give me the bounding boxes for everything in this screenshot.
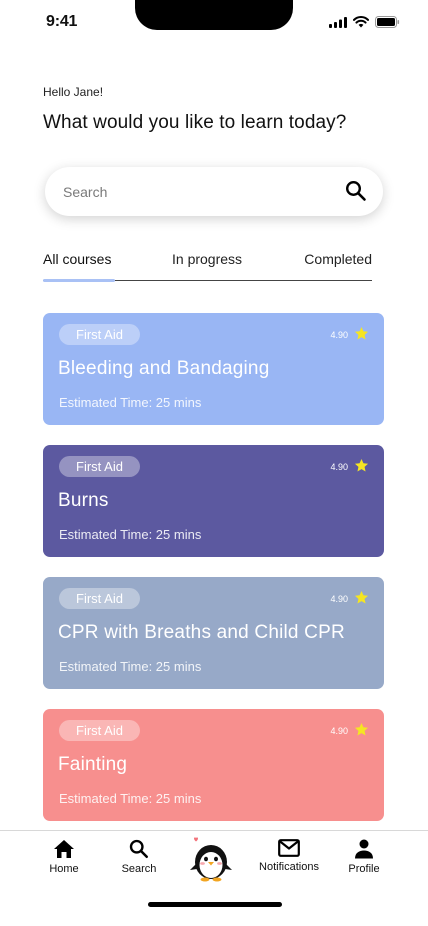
home-indicator — [148, 902, 282, 907]
tab-all-courses[interactable]: All courses — [43, 251, 111, 267]
penguin-mascot-icon[interactable] — [187, 836, 235, 884]
nav-notifications-label: Notifications — [259, 861, 319, 873]
wifi-icon — [353, 16, 369, 28]
category-badge: First Aid — [59, 588, 140, 609]
category-badge: First Aid — [59, 324, 140, 345]
tab-in-progress[interactable]: In progress — [172, 251, 242, 267]
course-estimated-time: Estimated Time: 25 mins — [59, 395, 202, 410]
status-icons — [329, 16, 400, 28]
page-headline: What would you like to learn today? — [43, 112, 347, 133]
search-button[interactable] — [345, 180, 367, 202]
star-icon — [354, 590, 369, 604]
category-badge: First Aid — [59, 720, 140, 741]
course-estimated-time: Estimated Time: 25 mins — [59, 791, 202, 806]
nav-home[interactable]: Home — [24, 839, 104, 875]
person-icon — [355, 839, 373, 859]
home-icon — [54, 840, 74, 858]
category-badge: First Aid — [59, 456, 140, 477]
course-rating: 4.90 — [330, 462, 348, 472]
status-time: 9:41 — [46, 13, 78, 30]
star-icon — [354, 326, 369, 340]
search-icon — [129, 839, 148, 858]
course-rating: 4.90 — [330, 594, 348, 604]
signal-icon — [329, 16, 347, 28]
course-title: CPR with Breaths and Child CPR — [58, 622, 345, 643]
course-estimated-time: Estimated Time: 25 mins — [59, 527, 202, 542]
mail-icon — [278, 839, 300, 857]
course-estimated-time: Estimated Time: 25 mins — [59, 659, 202, 674]
star-icon — [354, 722, 369, 736]
course-tabs: All courses In progress Completed — [43, 250, 372, 282]
active-tab-indicator — [43, 279, 115, 282]
course-card-cpr[interactable]: First Aid 4.90 CPR with Breaths and Chil… — [43, 577, 384, 689]
nav-notifications[interactable]: Notifications — [249, 839, 329, 873]
tab-completed[interactable]: Completed — [304, 251, 372, 267]
course-title: Burns — [58, 490, 109, 511]
course-card-burns[interactable]: First Aid 4.90 Burns Estimated Time: 25 … — [43, 445, 384, 557]
camera-notch — [135, 0, 293, 30]
search-input[interactable] — [63, 167, 333, 216]
course-title: Fainting — [58, 754, 128, 775]
course-card-bleeding[interactable]: First Aid 4.90 Bleeding and Bandaging Es… — [43, 313, 384, 425]
nav-search-label: Search — [121, 863, 157, 875]
bottom-nav: Home Search Notifications Profile — [0, 830, 428, 926]
greeting-text: Hello Jane! — [43, 85, 104, 99]
search-bar — [45, 167, 383, 216]
nav-home-label: Home — [49, 863, 79, 875]
course-rating: 4.90 — [330, 726, 348, 736]
course-title: Bleeding and Bandaging — [58, 358, 270, 379]
nav-profile-label: Profile — [348, 863, 380, 875]
course-rating: 4.90 — [330, 330, 348, 340]
nav-search[interactable]: Search — [99, 839, 179, 875]
status-bar: 9:41 — [0, 0, 428, 44]
search-icon — [345, 180, 366, 201]
nav-profile[interactable]: Profile — [324, 839, 404, 875]
battery-icon — [375, 16, 400, 28]
course-card-fainting[interactable]: First Aid 4.90 Fainting Estimated Time: … — [43, 709, 384, 821]
star-icon — [354, 458, 369, 472]
